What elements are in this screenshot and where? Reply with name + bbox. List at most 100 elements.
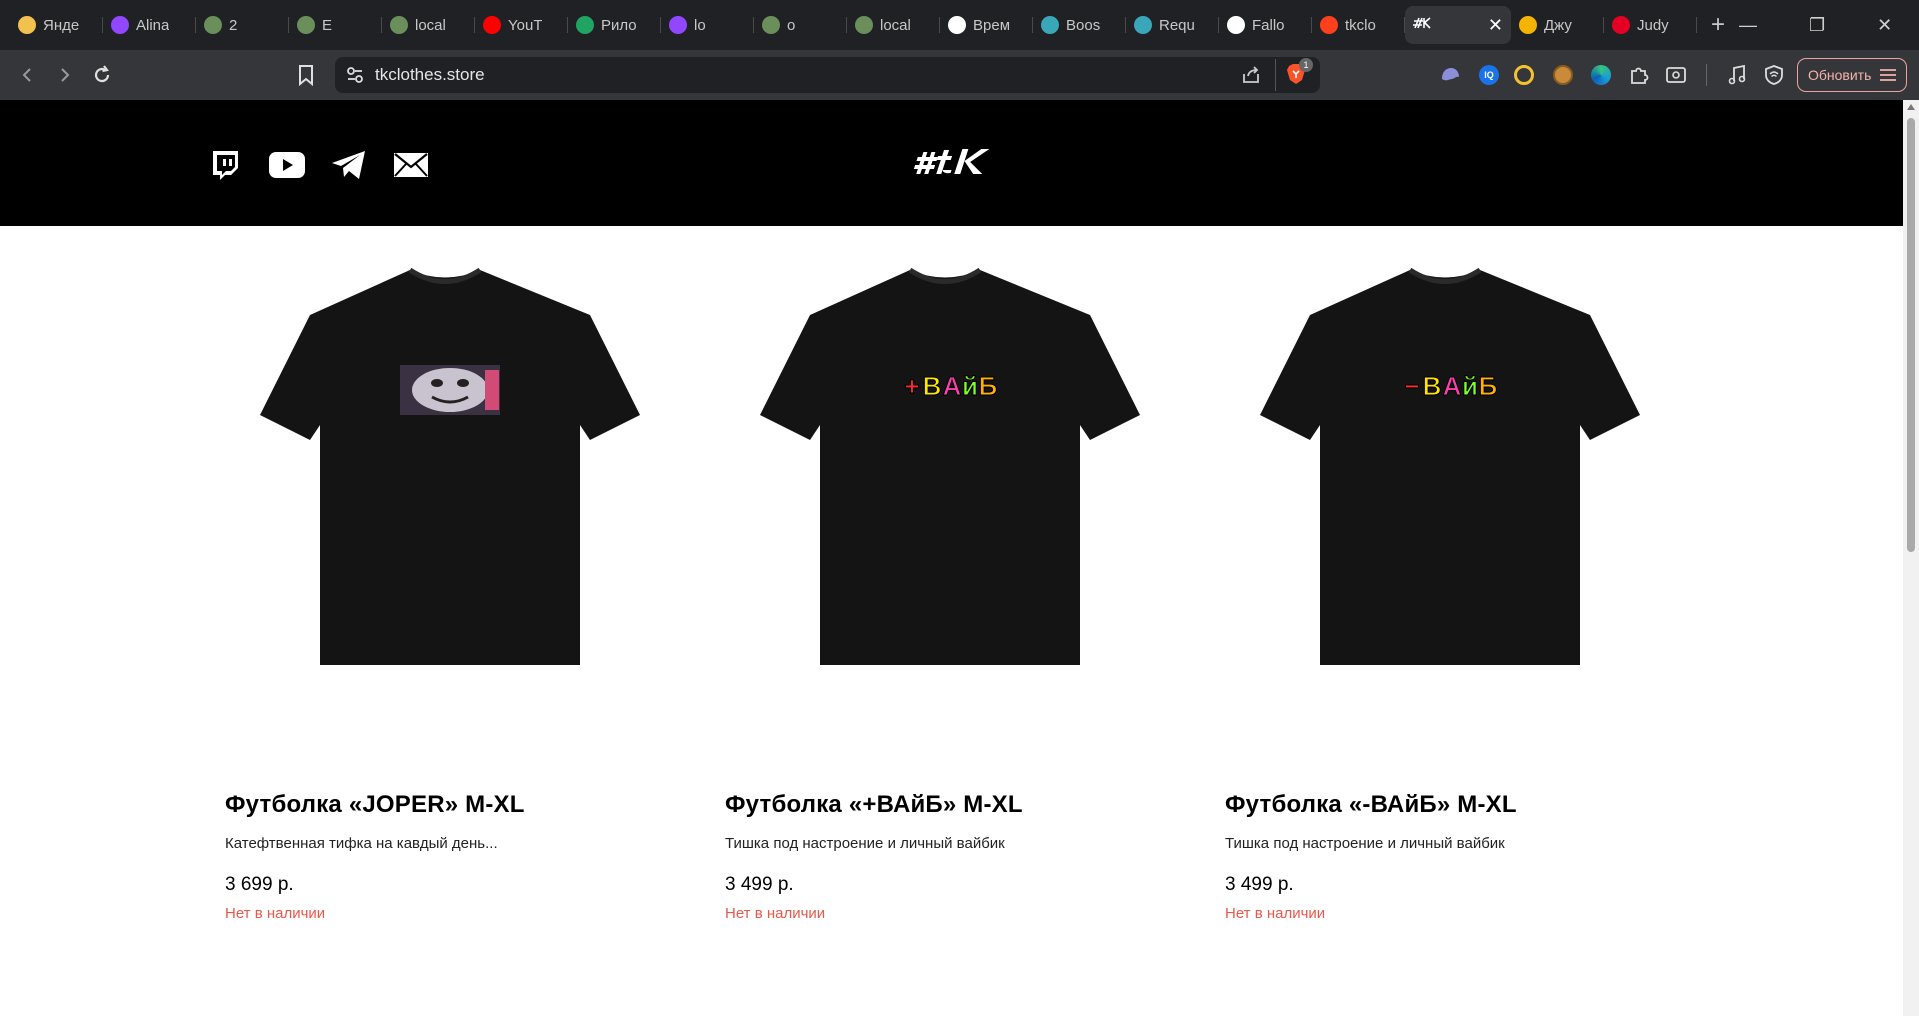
browser-tab[interactable]: Врем	[940, 6, 1033, 44]
window-controls: — ❐ ✕	[1739, 15, 1919, 36]
tab-title: Врем	[973, 16, 1011, 34]
stock-status: Нет в наличии	[225, 905, 326, 922]
tab-favicon-icon	[297, 16, 315, 34]
browser-tab[interactable]: Requ	[1126, 6, 1219, 44]
browser-tab[interactable]: Alina	[103, 6, 196, 44]
extension-edge-icon[interactable]	[1588, 62, 1614, 88]
close-tab-icon[interactable]: ✕	[1488, 15, 1503, 36]
extensions-puzzle-icon[interactable]	[1626, 62, 1652, 88]
svg-text:В: В	[1423, 371, 1442, 401]
product-price: 3 499 р.	[725, 874, 794, 895]
tab-title: Judy	[1637, 16, 1669, 34]
site-settings-icon[interactable]	[345, 65, 365, 85]
new-tab-button[interactable]: +	[1697, 11, 1739, 39]
tab-favicon-icon	[1413, 16, 1431, 34]
tab-title: Requ	[1159, 16, 1195, 34]
reading-list-icon[interactable]	[1663, 62, 1689, 88]
page-viewport: Футболка «JOPER» M-XL Катефтвенная тифка …	[0, 100, 1903, 1016]
product-name[interactable]: Футболка «JOPER» M-XL	[225, 791, 675, 819]
browser-tab[interactable]: ✕	[1405, 6, 1511, 44]
product-price: 3 699 р.	[225, 874, 294, 895]
svg-text:й: й	[962, 371, 978, 401]
tab-title: local	[415, 16, 446, 34]
tab-favicon-icon	[1612, 16, 1630, 34]
media-music-icon[interactable]	[1724, 62, 1750, 88]
site-logo[interactable]	[911, 144, 996, 180]
browser-tab[interactable]: YouT	[475, 6, 568, 44]
youtube-icon[interactable]	[267, 148, 307, 182]
browser-tab[interactable]: 2	[196, 6, 289, 44]
browser-tab[interactable]: local	[382, 6, 475, 44]
address-bar[interactable]: tkclothes.store 1	[335, 57, 1320, 93]
minimize-icon[interactable]: —	[1739, 15, 1757, 36]
tab-title: Alina	[136, 16, 170, 34]
browser-tab[interactable]: tkclo	[1312, 6, 1405, 44]
browser-tab[interactable]: Judy	[1604, 6, 1697, 44]
tab-favicon-icon	[1519, 16, 1537, 34]
tab-favicon-icon	[948, 16, 966, 34]
mail-icon[interactable]	[391, 148, 431, 182]
product-card[interactable]: Футболка «JOPER» M-XL Катефтвенная тифка …	[225, 245, 675, 922]
telegram-icon[interactable]	[329, 148, 369, 182]
vpn-shield-icon[interactable]	[1761, 62, 1787, 88]
product-name[interactable]: Футболка «+ВАйБ» M-XL	[725, 791, 1175, 819]
tab-title: Boos	[1066, 16, 1101, 34]
product-description: Тишка под настроение и личный вайбик	[1225, 835, 1505, 852]
scroll-up-arrow[interactable]	[1907, 104, 1915, 110]
tab-favicon-icon	[1041, 16, 1059, 34]
browser-tab[interactable]: Fallo	[1219, 6, 1312, 44]
reload-button[interactable]	[86, 59, 118, 91]
svg-text:А: А	[1443, 371, 1462, 401]
product-card[interactable]: + В Ай Б Футболка «+ВАйБ» M-XL Тишка под наст…	[725, 245, 1175, 922]
tab-favicon-icon	[576, 16, 594, 34]
tab-title: tkclo	[1345, 16, 1376, 34]
browser-tab[interactable]: Рило	[568, 6, 661, 44]
browser-tab[interactable]: Джу	[1511, 6, 1604, 44]
scroll-thumb[interactable]	[1907, 118, 1915, 552]
product-card[interactable]: − В Ай Б Футболка «-ВАйБ» M-XL Тишка под наст…	[1225, 245, 1675, 922]
page-scrollbar[interactable]	[1903, 100, 1919, 1016]
product-description: Катефтвенная тифка на кавдый день...	[225, 835, 498, 852]
back-button[interactable]	[12, 59, 44, 91]
extension-ghost-icon[interactable]	[1437, 62, 1463, 88]
product-image[interactable]	[225, 245, 675, 695]
shields-count-badge: 1	[1299, 58, 1313, 72]
product-image[interactable]: + В Ай Б	[725, 245, 1175, 695]
forward-button[interactable]	[48, 59, 80, 91]
tab-favicon-icon	[1134, 16, 1152, 34]
tab-title: lo	[694, 16, 706, 34]
browser-tab[interactable]: E	[289, 6, 382, 44]
product-description: Тишка под настроение и личный вайбик	[725, 835, 1005, 852]
tab-title: Fallo	[1252, 16, 1285, 34]
tab-favicon-icon	[18, 16, 36, 34]
stock-status: Нет в наличии	[725, 905, 826, 922]
share-icon[interactable]	[1240, 64, 1262, 86]
tab-title: Янде	[43, 16, 80, 34]
tab-title: o	[787, 16, 796, 34]
tab-title: E	[322, 16, 333, 34]
bookmark-button[interactable]	[290, 59, 322, 91]
twitch-icon[interactable]	[205, 148, 245, 182]
stock-status: Нет в наличии	[1225, 905, 1326, 922]
browser-tab[interactable]: Boos	[1033, 6, 1126, 44]
shields-button[interactable]: 1	[1285, 58, 1313, 88]
tab-favicon-icon	[111, 16, 129, 34]
browser-tab[interactable]: o	[754, 6, 847, 44]
extension-cookie-icon[interactable]	[1550, 62, 1576, 88]
browser-tab[interactable]: local	[847, 6, 940, 44]
product-name[interactable]: Футболка «-ВАйБ» M-XL	[1225, 791, 1675, 819]
extension-coin-icon[interactable]	[1511, 62, 1537, 88]
svg-text:А: А	[943, 371, 962, 401]
close-window-icon[interactable]: ✕	[1877, 15, 1892, 36]
browser-tab[interactable]: lo	[661, 6, 754, 44]
tab-favicon-icon	[855, 16, 873, 34]
product-image[interactable]: − В Ай Б	[1225, 245, 1675, 695]
update-browser-button[interactable]: Обновить	[1797, 58, 1907, 92]
back-arrow-icon	[22, 68, 31, 82]
restore-icon[interactable]: ❐	[1809, 15, 1825, 36]
tab-favicon-icon	[204, 16, 222, 34]
tab-favicon-icon	[669, 16, 687, 34]
extension-translate-icon[interactable]: IQ	[1476, 62, 1502, 88]
browser-tab-bar: Янде Alina 2 Elocal YouT Рило lo o local Врем Boos…	[0, 0, 1919, 50]
browser-tab[interactable]: Янде	[10, 6, 103, 44]
